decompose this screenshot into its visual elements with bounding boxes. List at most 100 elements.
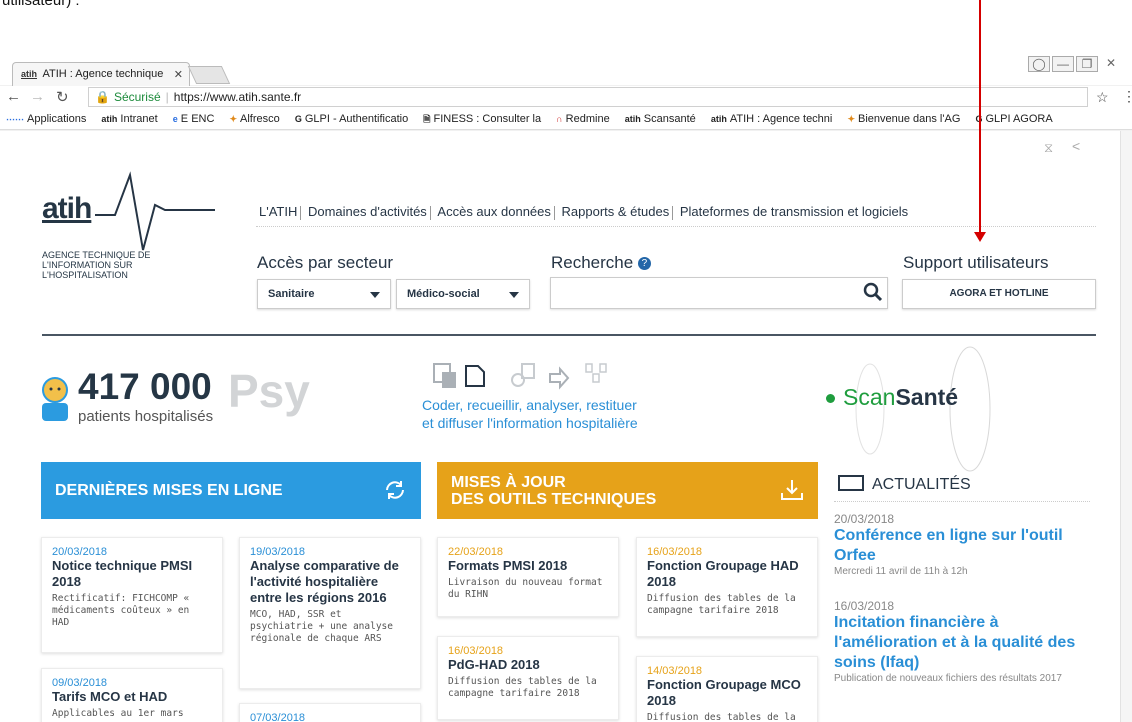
- separator: [553, 205, 555, 220]
- close-tab-icon[interactable]: ✕: [174, 68, 183, 81]
- rss-icon[interactable]: ⧖: [1044, 140, 1053, 156]
- refresh-icon: [386, 481, 404, 499]
- share-icon[interactable]: <: [1072, 138, 1080, 154]
- tools-card[interactable]: 16/03/2018 PdG-HAD 2018 Diffusion des ta…: [437, 636, 619, 720]
- bookmark-item[interactable]: atih ATIH : Agence techni: [711, 113, 833, 125]
- latest-card[interactable]: 20/03/2018 Notice technique PMSI 2018 Re…: [41, 537, 223, 653]
- card-title: PdG-HAD 2018: [448, 657, 540, 672]
- forward-icon[interactable]: →: [30, 88, 45, 105]
- atih-icon: atih: [624, 114, 641, 124]
- bookmark-item[interactable]: ∩ Redmine: [556, 113, 610, 125]
- nav-item-plateformes[interactable]: Plateformes de transmission et logiciels: [677, 201, 911, 222]
- bookmark-item[interactable]: atih Intranet: [101, 113, 157, 125]
- card-description: MCO, HAD, SSR et psychiatrie + une analy…: [250, 609, 393, 644]
- chevron-down-icon: [370, 292, 380, 298]
- news-headline[interactable]: Incitation financière à l'amélioration e…: [834, 613, 1094, 673]
- nav-item-acces-donnees[interactable]: Accès aux données: [434, 201, 553, 222]
- address-bar[interactable]: 🔒 Sécurisé | https://www.atih.sante.fr: [88, 87, 1088, 107]
- card-description: Diffusion des tables de la campagne tari…: [647, 593, 796, 616]
- bookmark-item[interactable]: eE ENC: [173, 113, 215, 125]
- card-description: Diffusion des tables de la campagne tari…: [448, 676, 597, 699]
- tools-updates-banner[interactable]: MISES À JOUR DES OUTILS TECHNIQUES: [437, 462, 818, 519]
- secure-label: Sécurisé: [113, 90, 161, 104]
- page-scrollbar[interactable]: [1120, 131, 1132, 722]
- tools-title-line-1: MISES À JOUR: [451, 474, 566, 491]
- bookmark-star-icon[interactable]: ☆: [1096, 89, 1109, 106]
- atih-logo[interactable]: atih: [42, 192, 92, 226]
- news-description: Publication de nouveaux fichiers des rés…: [834, 673, 1062, 684]
- card-title: Analyse comparative de l'activité hospit…: [250, 558, 399, 605]
- news-item[interactable]: 16/03/2018 Incitation financière à l'amé…: [834, 599, 1094, 685]
- document-icon: 🗎: [423, 114, 431, 124]
- restore-icon[interactable]: ❐: [1076, 56, 1098, 72]
- e-enc-icon: e: [172, 114, 178, 124]
- bookmark-item[interactable]: 🗎 FINESS : Consulter la: [423, 112, 541, 128]
- reload-icon[interactable]: ↻: [56, 88, 69, 106]
- close-window-icon[interactable]: ✕: [1100, 56, 1122, 72]
- card-description: Livraison du nouveau format du RIHN: [448, 577, 603, 600]
- card-title: Notice technique PMSI 2018: [52, 558, 193, 589]
- card-date: 19/03/2018: [250, 546, 306, 558]
- nav-item-atih[interactable]: L'ATIH: [256, 201, 300, 222]
- logo-subtitle: AGENCE TECHNIQUE DE L'INFORMATION SUR L'…: [42, 250, 151, 280]
- separator: |: [165, 90, 169, 104]
- latest-card[interactable]: 07/03/2018: [239, 703, 421, 722]
- latest-uploads-banner[interactable]: DERNIÈRES MISES EN LIGNE: [41, 462, 421, 519]
- chevron-down-icon: [509, 292, 519, 298]
- url-text: https://www.atih.sante.fr: [173, 90, 302, 104]
- tools-card[interactable]: 22/03/2018 Formats PMSI 2018 Livraison d…: [437, 537, 619, 617]
- sector-select-medico-social[interactable]: Médico-social: [396, 279, 530, 309]
- header-divider: [42, 334, 1096, 336]
- back-icon[interactable]: ←: [6, 88, 21, 105]
- atih-icon: atih: [710, 114, 727, 124]
- card-title: Tarifs MCO et HAD: [52, 689, 168, 704]
- browser-tab[interactable]: atih ATIH : Agence technique ✕: [12, 62, 190, 86]
- card-date: 22/03/2018: [448, 546, 504, 558]
- latest-card[interactable]: 19/03/2018 Analyse comparative de l'acti…: [239, 537, 421, 689]
- bookmark-item[interactable]: atih Scansanté: [625, 113, 696, 125]
- alfresco-icon: ✦: [847, 114, 855, 124]
- bookmark-item[interactable]: ⋯⋯ Applications: [6, 113, 86, 125]
- support-title: Support utilisateurs: [903, 253, 1049, 272]
- patients-label: patients hospitalisés: [78, 408, 214, 425]
- card-description: Applicables au 1er mars: [52, 708, 184, 719]
- agora-hotline-button[interactable]: AGORA ET HOTLINE: [902, 279, 1096, 309]
- bookmark-item[interactable]: G GLPI - Authentificatio: [295, 113, 408, 125]
- bookmark-item[interactable]: ✦ Alfresco: [229, 113, 279, 125]
- bookmark-item[interactable]: ✦ Bienvenue dans l'AG: [847, 113, 960, 125]
- tools-card[interactable]: 16/03/2018 Fonction Groupage HAD 2018 Di…: [636, 537, 818, 637]
- card-date: 16/03/2018: [647, 546, 703, 558]
- tab-title: ATIH : Agence technique: [42, 68, 164, 80]
- search-icon[interactable]: [862, 281, 884, 303]
- nav-item-rapports[interactable]: Rapports & études: [559, 201, 673, 222]
- menu-icon[interactable]: ⋮: [1122, 88, 1132, 105]
- news-headline[interactable]: Conférence en ligne sur l'outil Orfee: [834, 526, 1094, 566]
- atih-icon: atih: [101, 114, 118, 124]
- process-icons: [433, 363, 607, 390]
- psy-label[interactable]: Psy: [228, 364, 310, 418]
- annotation-arrow-icon: [974, 0, 986, 242]
- card-title: Formats PMSI 2018: [448, 558, 568, 573]
- tools-card[interactable]: 14/03/2018 Fonction Groupage MCO 2018 Di…: [636, 656, 818, 722]
- separator: [300, 205, 302, 220]
- nav-item-domaines[interactable]: Domaines d'activités: [305, 201, 430, 222]
- tagline-line-1: Coder, recueillir, analyser, restituer: [422, 397, 637, 413]
- latest-card[interactable]: 09/03/2018 Tarifs MCO et HAD Applicables…: [41, 668, 223, 722]
- scansante-logo[interactable]: ScanSanté: [826, 384, 958, 411]
- latest-uploads-title: DERNIÈRES MISES EN LIGNE: [55, 482, 283, 499]
- main-navigation: L'ATIH Domaines d'activités Accès aux do…: [256, 201, 911, 222]
- card-description: Rectificatif: FICHCOMP « médicaments coû…: [52, 593, 190, 628]
- card-date: 16/03/2018: [448, 645, 504, 657]
- search-input[interactable]: [550, 277, 888, 309]
- news-item[interactable]: 20/03/2018 Conférence en ligne sur l'out…: [834, 512, 1094, 578]
- document-caption: utilisateur) :: [2, 0, 80, 9]
- minimize-icon[interactable]: —: [1052, 56, 1074, 72]
- tagline[interactable]: Coder, recueillir, analyser, restituer e…: [422, 396, 638, 432]
- card-description: Diffusion des tables de la: [647, 712, 796, 722]
- news-title: ACTUALITÉS: [838, 475, 971, 494]
- sector-select-sanitaire[interactable]: Sanitaire: [257, 279, 391, 309]
- alfresco-icon: ✦: [229, 114, 238, 124]
- logo-heartbeat-icon: [95, 171, 215, 251]
- user-icon[interactable]: ◯: [1028, 56, 1050, 72]
- help-icon[interactable]: ?: [637, 257, 651, 271]
